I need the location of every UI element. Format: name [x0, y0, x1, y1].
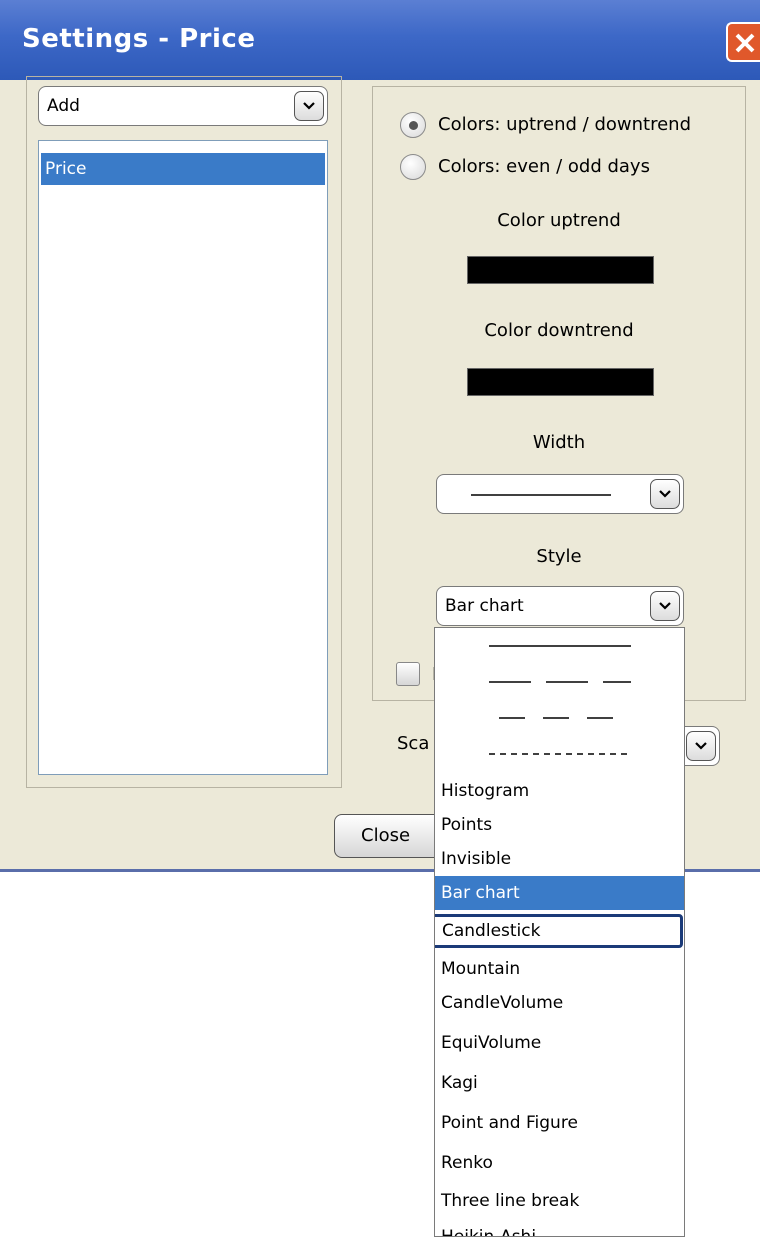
style-option-equivolume[interactable]: EquiVolume — [435, 1026, 684, 1060]
radio-label: Colors: uptrend / downtrend — [438, 114, 692, 135]
style-option-bar-chart[interactable]: Bar chart — [435, 876, 684, 910]
line-style-long-dash[interactable] — [435, 664, 684, 698]
add-combo-dropdown-button[interactable] — [294, 91, 324, 121]
indicator-list[interactable]: Price — [38, 140, 328, 775]
add-combo[interactable]: Add — [38, 86, 328, 126]
scale-combo-dropdown-button[interactable] — [686, 731, 716, 761]
close-button[interactable]: Close — [334, 814, 444, 858]
add-combo-value: Add — [47, 96, 80, 116]
long-dash-line-icon — [489, 681, 631, 683]
list-item-price[interactable]: Price — [41, 153, 325, 185]
style-option-candlevolume[interactable]: CandleVolume — [435, 986, 684, 1020]
radio-selected-dot — [409, 121, 418, 130]
style-dropdown-list[interactable]: Histogram Points Invisible Bar chart Can… — [434, 627, 685, 1237]
close-button-label: Close — [361, 825, 411, 846]
color-downtrend-swatch[interactable] — [467, 368, 654, 396]
line-style-solid[interactable] — [435, 628, 684, 662]
chevron-down-icon — [695, 742, 707, 750]
style-combo-value: Bar chart — [445, 596, 524, 616]
style-label: Style — [536, 546, 582, 567]
width-combo-dropdown-button[interactable] — [650, 479, 680, 509]
title-bar: Settings - Price — [0, 0, 760, 80]
style-option-three-line-break[interactable]: Three line break — [435, 1184, 684, 1218]
style-combo-dropdown-button[interactable] — [650, 591, 680, 621]
width-combo[interactable] — [436, 474, 684, 514]
radio-button[interactable] — [400, 112, 426, 138]
chevron-down-icon — [659, 602, 671, 610]
dash-line-icon — [499, 717, 615, 719]
line-style-dotted[interactable] — [435, 736, 684, 770]
option-checkbox[interactable] — [396, 662, 420, 686]
style-option-invisible[interactable]: Invisible — [435, 842, 684, 876]
style-option-histogram[interactable]: Histogram — [435, 774, 684, 808]
chevron-down-icon — [659, 490, 671, 498]
color-uptrend-label: Color uptrend — [497, 210, 621, 231]
window-title: Settings - Price — [22, 24, 256, 54]
color-downtrend-label: Color downtrend — [484, 320, 634, 341]
width-label: Width — [532, 432, 586, 453]
scale-label: Sca — [397, 733, 430, 754]
style-option-renko[interactable]: Renko — [435, 1146, 684, 1180]
style-option-point-and-figure[interactable]: Point and Figure — [435, 1106, 684, 1140]
radio-label: Colors: even / odd days — [438, 156, 650, 177]
window-close-button[interactable] — [726, 22, 760, 62]
line-style-dash[interactable] — [435, 700, 684, 734]
line-width-preview — [471, 494, 611, 496]
chevron-down-icon — [303, 102, 315, 110]
style-option-candlestick[interactable]: Candlestick — [435, 914, 683, 948]
solid-line-icon — [489, 645, 631, 647]
color-uptrend-swatch[interactable] — [467, 256, 654, 284]
style-combo[interactable]: Bar chart — [436, 586, 684, 626]
radio-button[interactable] — [400, 154, 426, 180]
close-icon — [735, 33, 755, 53]
style-option-heikin-ashi[interactable]: Heikin-Ashi — [435, 1220, 684, 1236]
style-option-points[interactable]: Points — [435, 808, 684, 842]
dotted-line-icon — [489, 753, 631, 755]
style-option-kagi[interactable]: Kagi — [435, 1066, 684, 1100]
style-option-mountain[interactable]: Mountain — [435, 952, 684, 986]
